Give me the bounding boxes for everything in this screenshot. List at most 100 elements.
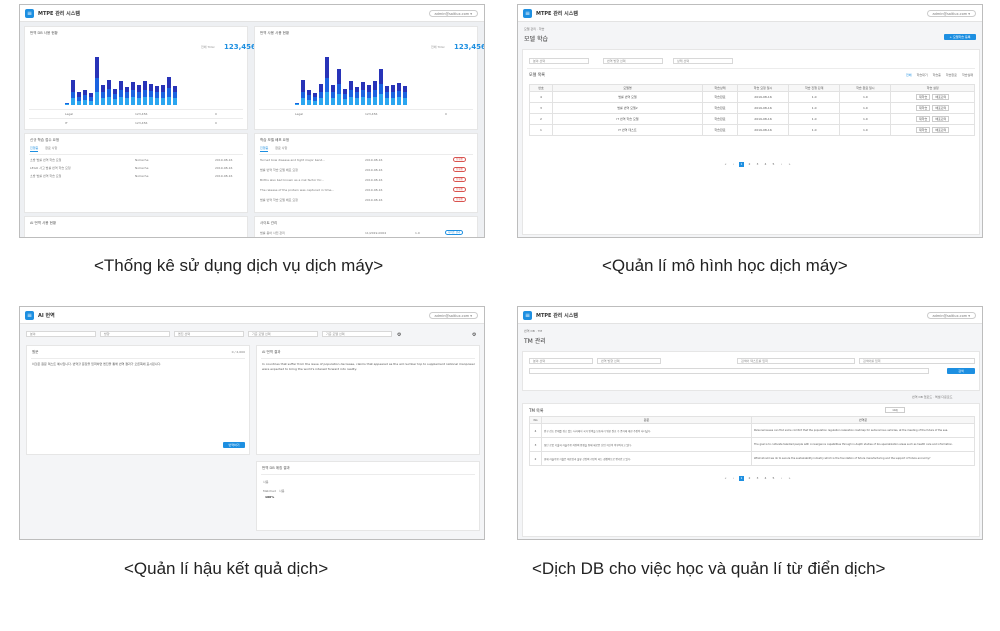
settings-icon[interactable]: ⚙ bbox=[397, 332, 401, 338]
user-menu[interactable]: admin@saltlux.com ▾ bbox=[926, 312, 976, 319]
deploy-button[interactable]: 배포관리 bbox=[932, 127, 950, 133]
page-link[interactable]: ‹ bbox=[731, 476, 736, 481]
page-link[interactable]: 4 bbox=[763, 162, 768, 167]
chart-bar-segment bbox=[131, 97, 135, 105]
column-header: 학습 완료 일시 bbox=[839, 84, 892, 92]
retrain-button[interactable]: 재학습 bbox=[916, 105, 931, 111]
page-link[interactable]: 3 bbox=[755, 476, 760, 481]
deploy-button[interactable]: 배포관리 bbox=[932, 94, 950, 100]
settings-icon[interactable]: ⚙ bbox=[472, 332, 476, 338]
app-title: MTPE 관리 시스템 bbox=[536, 313, 578, 319]
user-menu[interactable]: admin@saltlux.com ▾ bbox=[428, 312, 478, 319]
keyword-input[interactable] bbox=[529, 368, 929, 374]
chart-bar-segment bbox=[107, 89, 111, 97]
chart-bar-segment bbox=[107, 79, 111, 90]
status-badge[interactable]: 진행중 bbox=[453, 197, 466, 202]
legend-item[interactable]: 학습대기 bbox=[917, 73, 928, 77]
page-link[interactable]: » bbox=[787, 162, 792, 167]
status-badge[interactable]: 진행중 bbox=[453, 177, 466, 182]
retrain-button[interactable]: 재학습 bbox=[916, 94, 931, 100]
upload-links[interactable]: 번역 DB 업로드 · 엑셀 다운로드 bbox=[912, 395, 952, 399]
retrain-button[interactable]: 재학습 bbox=[916, 127, 931, 133]
app-logo-icon[interactable]: ≡ bbox=[25, 311, 34, 320]
retrain-button[interactable]: 재학습 bbox=[916, 116, 931, 122]
chart-bar-segment bbox=[337, 68, 341, 84]
status-badge[interactable]: 진행중 bbox=[453, 157, 466, 162]
page-link[interactable]: › bbox=[779, 162, 784, 167]
table-row[interactable]: 3 법률 번역 모델2 학습완료 2019-08-16 1.0 1.0 재학습 배포관리 bbox=[529, 102, 975, 114]
page-size-select[interactable]: 10개 bbox=[885, 407, 905, 413]
list-item-title[interactable]: Births also bad known as a risk factor f… bbox=[260, 178, 324, 182]
deploy-button[interactable]: 배포관리 bbox=[932, 105, 950, 111]
translate-button[interactable]: 번역하기 bbox=[223, 442, 245, 448]
page-link[interactable]: 5 bbox=[771, 476, 776, 481]
status-select[interactable]: 상태 선택 bbox=[673, 58, 733, 64]
page-link[interactable]: 1 bbox=[739, 162, 744, 167]
legend-item[interactable]: 학습완료 bbox=[946, 73, 957, 77]
page-link[interactable]: 2 bbox=[747, 476, 752, 481]
tab-in-progress[interactable]: 진행중 bbox=[260, 146, 269, 152]
status-badge[interactable]: 진행중 bbox=[453, 167, 466, 172]
tab-completed[interactable]: 완료 사항 bbox=[45, 146, 57, 150]
direction-select[interactable]: 번역 방향 선택 bbox=[597, 358, 661, 364]
engine-select[interactable]: 엔진 선택 bbox=[174, 331, 244, 337]
new-model-button[interactable]: + 모델학습 등록 bbox=[944, 34, 976, 40]
chart-bar-segment bbox=[125, 98, 129, 105]
field-select[interactable]: 분야 선택 bbox=[529, 58, 589, 64]
model-list-card: 분야 선택 번역 방향 선택 상태 선택 모델 목록 전체 학습대기 학습중 학습완료… bbox=[522, 49, 980, 235]
legend-item[interactable]: 학습실패 bbox=[962, 73, 973, 77]
field-select[interactable]: 분야 선택 bbox=[529, 358, 593, 364]
legend-item[interactable]: 전체 bbox=[906, 73, 912, 77]
chart-bar-segment bbox=[143, 80, 147, 90]
field-select[interactable]: 분야 bbox=[26, 331, 96, 337]
search-button[interactable]: 검색 bbox=[947, 368, 975, 374]
table-row[interactable]: 4 인구 감소 문제를 겪고 있는 나라에서 국가 인력을 보충하기 위한 원조 … bbox=[529, 423, 975, 438]
search-target-input[interactable]: 검색어를 입력 bbox=[859, 358, 975, 364]
model-select-1[interactable]: 기준 모델 선택 bbox=[248, 331, 318, 337]
table-cell: 2 bbox=[529, 113, 553, 125]
page-link[interactable]: 1 bbox=[739, 476, 744, 481]
page-link[interactable]: ‹ bbox=[731, 162, 736, 167]
list-item-title[interactable]: 법률 번역 학습 모델 배포 요청 bbox=[260, 198, 298, 202]
page-link[interactable]: › bbox=[779, 476, 784, 481]
page-link[interactable]: » bbox=[787, 476, 792, 481]
list-item-title[interactable]: Turned bow disease and tight major bend.… bbox=[260, 158, 325, 162]
direction-select[interactable]: 방향 bbox=[100, 331, 170, 337]
table-row[interactable]: 1 IT 번역 테스트 학습완료 2019-08-16 1.0 1.0 재학습 배포관리 bbox=[529, 124, 975, 136]
table-row[interactable]: 2 IT 번역 학습 모델 학습완료 2019-08-16 1.0 1.0 재학습 배포관리 bbox=[529, 113, 975, 125]
post-edit-screenshot: ≡ AI 번역 admin@saltlux.com ▾ 분야 방향 엔진 선택 … bbox=[19, 306, 485, 540]
table-row[interactable]: 4 법률 번역 모델 학습완료 2019-08-16 1.0 1.0 재학습 배포관리 bbox=[529, 91, 975, 103]
result-text[interactable]: In countries that suffer from the issue … bbox=[262, 362, 476, 372]
tab-in-progress[interactable]: 진행중 bbox=[30, 146, 39, 152]
app-logo-icon[interactable]: ≡ bbox=[523, 9, 532, 18]
search-source-input[interactable]: 검색어 텍스트를 입력 bbox=[737, 358, 855, 364]
row-actions: 재학습 배포관리 bbox=[890, 113, 975, 125]
page-link[interactable]: « bbox=[723, 476, 728, 481]
list-item-title[interactable]: LEGO 사고 법률 번역 학습 요청 bbox=[30, 166, 71, 170]
app-logo-icon[interactable]: ≡ bbox=[25, 9, 34, 18]
site-row-badge[interactable]: 사이트 관리 bbox=[445, 230, 464, 235]
page-link[interactable]: 5 bbox=[771, 162, 776, 167]
chart-bar bbox=[343, 89, 347, 105]
user-menu[interactable]: admin@saltlux.com ▾ bbox=[428, 10, 478, 17]
list-item-title[interactable]: 소방 법률 번역 학습 요청 bbox=[30, 174, 61, 178]
legend-item[interactable]: 학습중 bbox=[933, 73, 941, 77]
list-item-title[interactable]: 법률 번역 학습 모델 배포 요청 bbox=[260, 168, 298, 172]
list-item-title[interactable]: The release of the protein was captured … bbox=[260, 188, 334, 192]
list-item-title[interactable]: 소방 법률 번역 학습 요청 bbox=[30, 158, 61, 162]
status-badge[interactable]: 진행중 bbox=[453, 187, 466, 192]
model-select-2[interactable]: 기준 모델 선택 bbox=[322, 331, 392, 337]
user-menu[interactable]: admin@saltlux.com ▾ bbox=[926, 10, 976, 17]
app-logo-icon[interactable]: ≡ bbox=[523, 311, 532, 320]
table-row[interactable]: 3 첨단 로봇 기술과 자율주행 차량의 융합을 통해 새로운 산업 혁신이 이루… bbox=[529, 437, 975, 452]
tab-completed[interactable]: 완료 사항 bbox=[275, 146, 287, 150]
source-textarea[interactable]: 이것은 원문 텍스트 예시입니다. 번역할 문장을 입력하면 엔진을 통해 번역… bbox=[32, 362, 246, 367]
direction-select[interactable]: 번역 방향 선택 bbox=[603, 58, 663, 64]
table-row[interactable]: 2 현재 자율주행 기술은 제조업과 물류 산업의 기반이 되는 경쟁력으로 평가… bbox=[529, 451, 975, 466]
page-link[interactable]: « bbox=[723, 162, 728, 167]
deploy-button[interactable]: 배포관리 bbox=[932, 116, 950, 122]
page-link[interactable]: 3 bbox=[755, 162, 760, 167]
chart-bar bbox=[113, 89, 117, 105]
page-link[interactable]: 2 bbox=[747, 162, 752, 167]
page-link[interactable]: 4 bbox=[763, 476, 768, 481]
